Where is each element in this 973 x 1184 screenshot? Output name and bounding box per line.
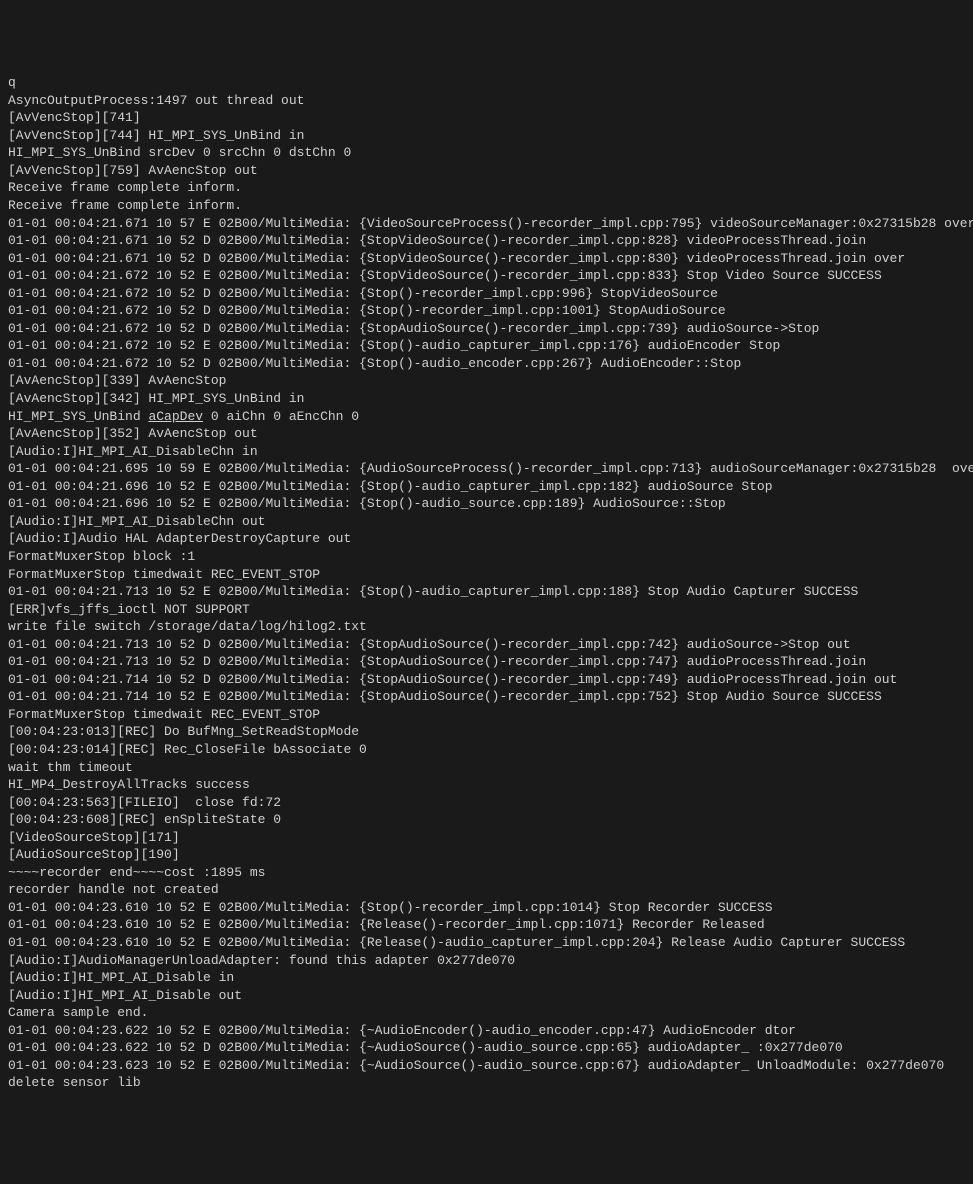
log-line: 01-01 00:04:23.610 10 52 E 02B00/MultiMe… bbox=[8, 934, 965, 952]
log-line: Receive frame complete inform. bbox=[8, 179, 965, 197]
log-line: [AvVencStop][744] HI_MPI_SYS_UnBind in bbox=[8, 127, 965, 145]
log-line: 01-01 00:04:21.714 10 52 E 02B00/MultiMe… bbox=[8, 688, 965, 706]
log-line: [AvAencStop][339] AvAencStop bbox=[8, 372, 965, 390]
log-line: [AvAencStop][342] HI_MPI_SYS_UnBind in bbox=[8, 390, 965, 408]
log-line: [Audio:I]HI_MPI_AI_DisableChn in bbox=[8, 443, 965, 461]
log-line: [Audio:I]Audio HAL AdapterDestroyCapture… bbox=[8, 530, 965, 548]
log-line: Camera sample end. bbox=[8, 1004, 965, 1022]
log-line: 01-01 00:04:21.672 10 52 D 02B00/MultiMe… bbox=[8, 320, 965, 338]
log-line: 01-01 00:04:23.623 10 52 E 02B00/MultiMe… bbox=[8, 1057, 965, 1075]
log-line: FormatMuxerStop timedwait REC_EVENT_STOP bbox=[8, 566, 965, 584]
log-line: wait thm timeout bbox=[8, 759, 965, 777]
log-line: [Audio:I]AudioManagerUnloadAdapter: foun… bbox=[8, 952, 965, 970]
log-line: delete sensor lib bbox=[8, 1074, 965, 1092]
log-line: 01-01 00:04:21.672 10 52 E 02B00/MultiMe… bbox=[8, 267, 965, 285]
log-line: 01-01 00:04:21.695 10 59 E 02B00/MultiMe… bbox=[8, 460, 965, 478]
log-line: FormatMuxerStop block :1 bbox=[8, 548, 965, 566]
log-line: 01-01 00:04:23.610 10 52 E 02B00/MultiMe… bbox=[8, 899, 965, 917]
log-line: q bbox=[8, 74, 965, 92]
log-line: HI_MP4_DestroyAllTracks success bbox=[8, 776, 965, 794]
log-line: 01-01 00:04:21.696 10 52 E 02B00/MultiMe… bbox=[8, 495, 965, 513]
log-line: 01-01 00:04:21.713 10 52 D 02B00/MultiMe… bbox=[8, 653, 965, 671]
log-line: 01-01 00:04:21.672 10 52 E 02B00/MultiMe… bbox=[8, 337, 965, 355]
log-line: write file switch /storage/data/log/hilo… bbox=[8, 618, 965, 636]
log-line: ~~~~recorder end~~~~cost :1895 ms bbox=[8, 864, 965, 882]
log-line: [00:04:23:563][FILEIO] close fd:72 bbox=[8, 794, 965, 812]
log-line: [00:04:23:013][REC] Do BufMng_SetReadSto… bbox=[8, 723, 965, 741]
log-line: 01-01 00:04:21.672 10 52 D 02B00/MultiMe… bbox=[8, 285, 965, 303]
log-line: 01-01 00:04:23.622 10 52 E 02B00/MultiMe… bbox=[8, 1022, 965, 1040]
log-line: 01-01 00:04:21.671 10 52 D 02B00/MultiMe… bbox=[8, 232, 965, 250]
log-line: Receive frame complete inform. bbox=[8, 197, 965, 215]
log-line: FormatMuxerStop timedwait REC_EVENT_STOP bbox=[8, 706, 965, 724]
log-line: AsyncOutputProcess:1497 out thread out bbox=[8, 92, 965, 110]
log-line: 01-01 00:04:21.713 10 52 D 02B00/MultiMe… bbox=[8, 636, 965, 654]
underlined-text: aCapDev bbox=[148, 409, 203, 424]
log-line: [AudioSourceStop][190] bbox=[8, 846, 965, 864]
log-line: recorder handle not created bbox=[8, 881, 965, 899]
log-line: [AvVencStop][759] AvAencStop out bbox=[8, 162, 965, 180]
log-line: 01-01 00:04:21.671 10 52 D 02B00/MultiMe… bbox=[8, 250, 965, 268]
log-line: 01-01 00:04:23.622 10 52 D 02B00/MultiMe… bbox=[8, 1039, 965, 1057]
log-line: 01-01 00:04:21.696 10 52 E 02B00/MultiMe… bbox=[8, 478, 965, 496]
log-line: [00:04:23:608][REC] enSpliteState 0 bbox=[8, 811, 965, 829]
log-line: [AvAencStop][352] AvAencStop out bbox=[8, 425, 965, 443]
log-line: [ERR]vfs_jffs_ioctl NOT SUPPORT bbox=[8, 601, 965, 619]
log-line: 01-01 00:04:21.713 10 52 E 02B00/MultiMe… bbox=[8, 583, 965, 601]
terminal-output: qAsyncOutputProcess:1497 out thread out[… bbox=[8, 74, 965, 1092]
log-line: [Audio:I]HI_MPI_AI_DisableChn out bbox=[8, 513, 965, 531]
log-line: [Audio:I]HI_MPI_AI_Disable out bbox=[8, 987, 965, 1005]
log-line: 01-01 00:04:21.714 10 52 D 02B00/MultiMe… bbox=[8, 671, 965, 689]
log-line: HI_MPI_SYS_UnBind srcDev 0 srcChn 0 dstC… bbox=[8, 144, 965, 162]
log-line: HI_MPI_SYS_UnBind aCapDev 0 aiChn 0 aEnc… bbox=[8, 408, 965, 426]
log-line: 01-01 00:04:23.610 10 52 E 02B00/MultiMe… bbox=[8, 916, 965, 934]
log-line: [Audio:I]HI_MPI_AI_Disable in bbox=[8, 969, 965, 987]
log-line: [VideoSourceStop][171] bbox=[8, 829, 965, 847]
log-line: [AvVencStop][741] bbox=[8, 109, 965, 127]
log-line: [00:04:23:014][REC] Rec_CloseFile bAssoc… bbox=[8, 741, 965, 759]
log-line: 01-01 00:04:21.671 10 57 E 02B00/MultiMe… bbox=[8, 215, 965, 233]
log-line: 01-01 00:04:21.672 10 52 D 02B00/MultiMe… bbox=[8, 302, 965, 320]
log-line: 01-01 00:04:21.672 10 52 D 02B00/MultiMe… bbox=[8, 355, 965, 373]
